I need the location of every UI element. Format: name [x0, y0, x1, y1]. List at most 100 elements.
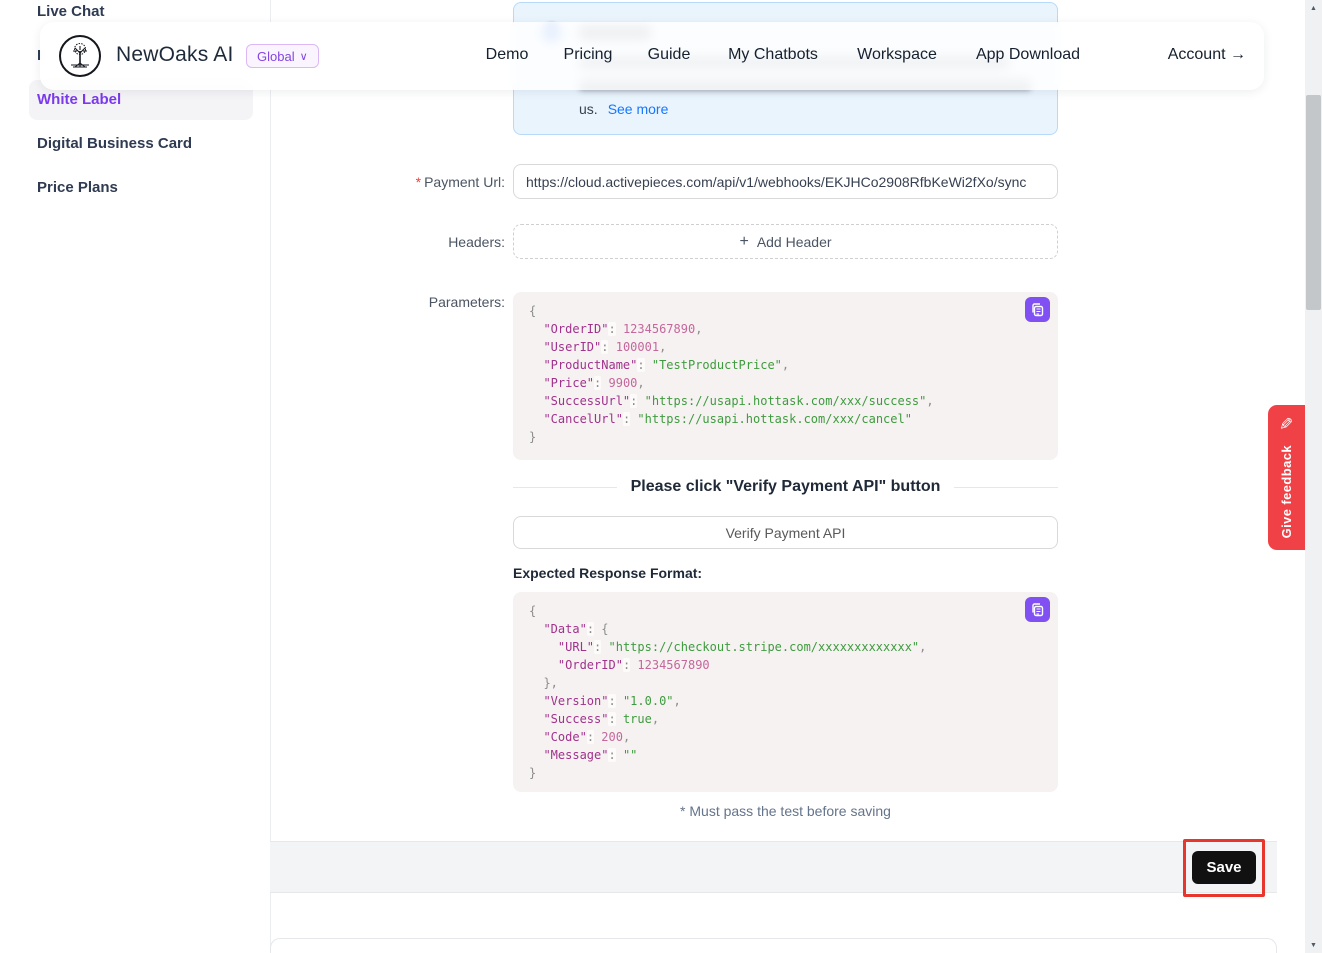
code-line: "Message": "": [529, 746, 1042, 764]
code-token: [601, 376, 608, 390]
parameters-json: { "OrderID": 1234567890, "UserID": 10000…: [529, 302, 1042, 446]
code-token: ,: [919, 640, 926, 654]
code-token: [601, 640, 608, 654]
region-selector-value: Global: [257, 49, 295, 64]
expected-response-format-label: Expected Response Format:: [513, 565, 702, 581]
code-token: [529, 358, 543, 372]
code-line: "CancelUrl": "https://usapi.hottask.com/…: [529, 410, 1042, 428]
code-token: "": [623, 748, 637, 762]
code-token: "https://usapi.hottask.com/xxx/cancel": [637, 412, 912, 426]
sidebar-item-price-plans[interactable]: Price Plans: [37, 179, 118, 196]
parameters-label: Parameters:: [270, 294, 505, 310]
code-token: ,: [623, 730, 630, 744]
code-token: "Data": [543, 622, 586, 636]
code-token: [529, 748, 543, 762]
code-line: "Price": 9900,: [529, 374, 1042, 392]
code-line: {: [529, 302, 1042, 320]
brand-name: NewOaks AI: [116, 43, 234, 67]
code-line: "OrderID": 1234567890: [529, 656, 1042, 674]
copy-response-button[interactable]: [1025, 597, 1050, 622]
response-code-block: { "Data": { "URL": "https://checkout.str…: [513, 592, 1058, 792]
code-token: "SuccessUrl": [543, 394, 630, 408]
divider-line: [954, 487, 1058, 488]
code-token: [616, 748, 623, 762]
code-token: [529, 712, 543, 726]
code-token: "Price": [543, 376, 594, 390]
required-asterisk: *: [416, 174, 421, 190]
payment-url-input[interactable]: [513, 164, 1058, 199]
nav-link-workspace[interactable]: Workspace: [857, 46, 937, 64]
code-line: "OrderID": 1234567890,: [529, 320, 1042, 338]
give-feedback-label: Give feedback: [1279, 445, 1294, 538]
code-token: [608, 340, 615, 354]
give-feedback-tab[interactable]: ✎ Give feedback: [1268, 405, 1305, 550]
code-token: ,: [926, 394, 933, 408]
code-line: "ProductName": "TestProductPrice",: [529, 356, 1042, 374]
code-token: [616, 712, 623, 726]
sidebar-content-divider: [270, 0, 271, 953]
code-token: 9900: [609, 376, 638, 390]
code-token: ,: [659, 340, 666, 354]
add-header-button[interactable]: + Add Header: [513, 224, 1058, 259]
copy-parameters-button[interactable]: [1025, 297, 1050, 322]
code-token: 100001: [616, 340, 659, 354]
code-token: :: [587, 730, 594, 744]
top-navigation-bar: NewOaks AI Global ∨ Demo Pricing Guide M…: [40, 22, 1264, 90]
code-token: [529, 394, 543, 408]
code-line: }: [529, 764, 1042, 782]
code-token: "ProductName": [543, 358, 637, 372]
form-footer-bar: [270, 841, 1277, 893]
code-token: [529, 694, 543, 708]
nav-link-my-chatbots[interactable]: My Chatbots: [728, 46, 818, 64]
code-token: true: [623, 712, 652, 726]
code-token: "https://usapi.hottask.com/xxx/success": [645, 394, 927, 408]
code-token: "TestProductPrice": [652, 358, 782, 372]
code-line: "Success": true,: [529, 710, 1042, 728]
code-line: "Version": "1.0.0",: [529, 692, 1042, 710]
code-token: ,: [695, 322, 702, 336]
nav-link-guide[interactable]: Guide: [648, 46, 691, 64]
sidebar-item-digital-business-card[interactable]: Digital Business Card: [37, 135, 192, 152]
scrollbar-thumb[interactable]: [1306, 95, 1321, 310]
code-token: ,: [652, 712, 659, 726]
copy-icon: [1030, 302, 1045, 317]
verify-hint-divider: Please click "Verify Payment API" button: [513, 475, 1058, 499]
add-header-label: Add Header: [757, 234, 832, 250]
nav-link-demo[interactable]: Demo: [486, 46, 529, 64]
code-token: "OrderID": [558, 658, 623, 672]
see-more-link[interactable]: See more: [608, 101, 669, 117]
nav-link-app-download[interactable]: App Download: [976, 46, 1080, 64]
code-line: "Code": 200,: [529, 728, 1042, 746]
sidebar-item-white-label[interactable]: White Label: [37, 91, 121, 108]
copy-icon: [1030, 602, 1045, 617]
code-token: }: [529, 766, 536, 780]
nav-link-account[interactable]: Account →: [1168, 46, 1246, 64]
save-button[interactable]: Save: [1192, 851, 1256, 884]
code-token: "Code": [543, 730, 586, 744]
code-token: [616, 322, 623, 336]
nav-link-pricing[interactable]: Pricing: [564, 46, 613, 64]
scroll-down-arrow-icon[interactable]: ▼: [1305, 937, 1322, 953]
sidebar-item-live-chat[interactable]: Live Chat: [37, 3, 105, 20]
verify-payment-api-button[interactable]: Verify Payment API: [513, 516, 1058, 549]
chevron-down-icon: ∨: [300, 50, 308, 63]
code-line: "SuccessUrl": "https://usapi.hottask.com…: [529, 392, 1042, 410]
scroll-up-arrow-icon[interactable]: ▲: [1305, 0, 1322, 16]
code-token: [529, 340, 543, 354]
code-token: :: [587, 622, 594, 636]
region-selector-dropdown[interactable]: Global ∨: [246, 44, 319, 68]
code-token: [529, 322, 543, 336]
code-token: ,: [674, 694, 681, 708]
code-token: "CancelUrl": [543, 412, 622, 426]
code-token: "UserID": [543, 340, 601, 354]
code-token: "Success": [543, 712, 608, 726]
code-token: [529, 622, 543, 636]
code-line: "UserID": 100001,: [529, 338, 1042, 356]
pencil-icon: ✎: [1279, 415, 1293, 435]
code-token: :: [637, 358, 644, 372]
code-line: "Data": {: [529, 620, 1042, 638]
must-pass-note: * Must pass the test before saving: [513, 803, 1058, 819]
code-token: [529, 376, 543, 390]
code-token: [529, 412, 543, 426]
scrollbar: ▲ ▼: [1305, 0, 1322, 953]
